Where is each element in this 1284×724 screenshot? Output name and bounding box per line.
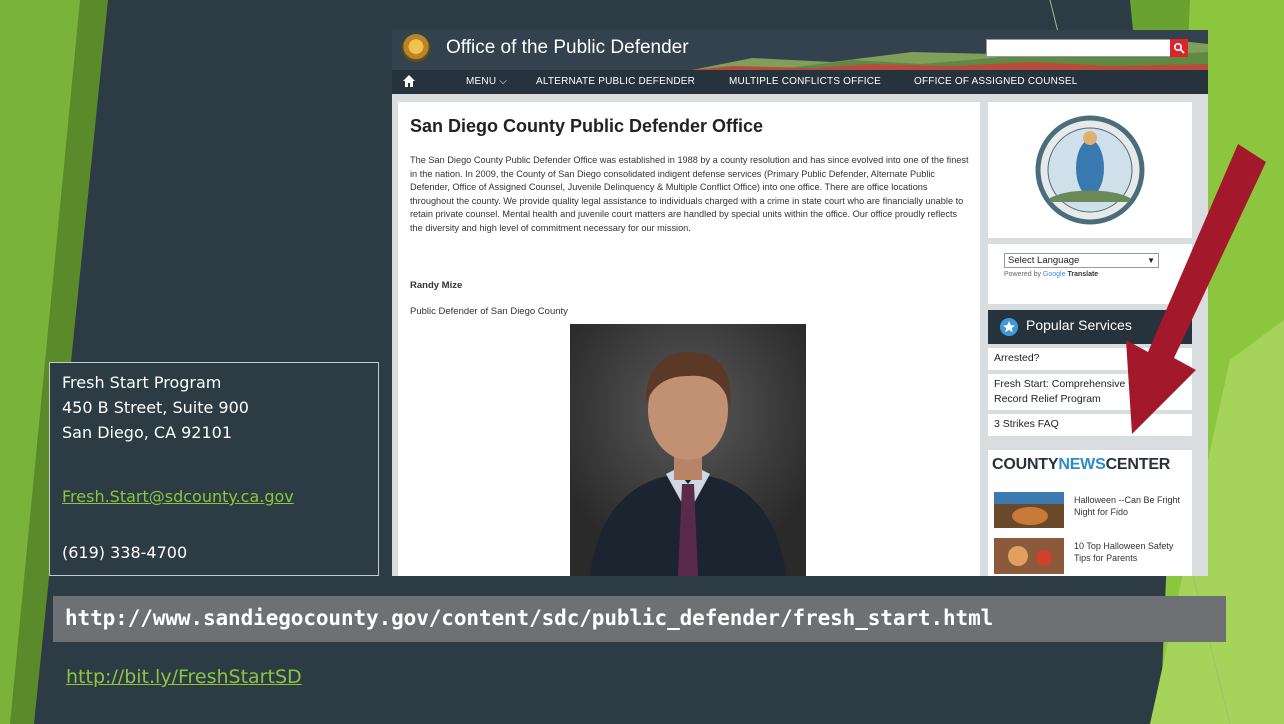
nav-alternate-public-defender[interactable]: ALTERNATE PUBLIC DEFENDER (536, 76, 695, 87)
url-banner: http://www.sandiegocounty.gov/content/sd… (53, 596, 1226, 642)
contact-box: Fresh Start Program 450 B Street, Suite … (49, 362, 379, 576)
email-link[interactable]: Fresh.Start@sdcounty.ca.gov (62, 487, 294, 506)
long-url[interactable]: http://www.sandiegocounty.gov/content/sd… (65, 606, 993, 630)
portrait-photo (570, 324, 806, 576)
news-item[interactable]: Halloween --Can Be Fright Night for Fido (1074, 494, 1188, 518)
star-icon (1000, 318, 1018, 336)
county-seal-icon (402, 34, 430, 62)
red-arrow-pointer (1126, 144, 1266, 434)
slide: Office of the Public Defender MENU ⌵ ALT… (0, 0, 1284, 724)
popular-services-title: Popular Services (1026, 317, 1132, 333)
nav-multiple-conflicts-office[interactable]: MULTIPLE CONFLICTS OFFICE (729, 76, 881, 87)
chevron-down-icon: ⌵ (499, 76, 508, 87)
home-icon[interactable] (402, 74, 416, 88)
city-address: San Diego, CA 92101 (62, 423, 233, 442)
site-nav: MENU ⌵ ALTERNATE PUBLIC DEFENDER MULTIPL… (392, 70, 1208, 94)
program-name: Fresh Start Program (62, 373, 222, 392)
intro-paragraph: The San Diego County Public Defender Off… (410, 155, 969, 233)
nav-office-of-assigned-counsel[interactable]: OFFICE OF ASSIGNED COUNSEL (914, 76, 1078, 87)
news-item[interactable]: 10 Top Halloween Safety Tips for Parents (1074, 540, 1188, 564)
search-button[interactable] (1170, 39, 1188, 57)
county-news-center-logo[interactable]: COUNTYNEWSCENTER (992, 456, 1170, 474)
google-translate-credit: Powered by Google Translate (1004, 271, 1099, 278)
search-input[interactable] (986, 39, 1172, 57)
page-title: San Diego County Public Defender Office (410, 116, 764, 136)
news-thumbnail[interactable] (994, 538, 1064, 574)
nav-menu[interactable]: MENU ⌵ (466, 76, 507, 87)
short-url-link[interactable]: http://bit.ly/FreshStartSD (66, 666, 302, 688)
phone-number: (619) 338-4700 (62, 543, 188, 562)
street-address: 450 B Street, Suite 900 (62, 398, 249, 417)
site-header: Office of the Public Defender (392, 30, 1208, 70)
news-panel: COUNTYNEWSCENTER Halloween --Can Be Frig… (988, 450, 1192, 576)
search-icon (1173, 42, 1185, 54)
site-title: Office of the Public Defender (446, 37, 689, 58)
signer-name: Randy Mize (410, 280, 463, 291)
signer-title: Public Defender of San Diego County (410, 306, 568, 317)
news-thumbnail[interactable] (994, 492, 1064, 528)
main-content: San Diego County Public Defender Office … (398, 102, 980, 576)
website-screenshot: Office of the Public Defender MENU ⌵ ALT… (392, 30, 1208, 576)
